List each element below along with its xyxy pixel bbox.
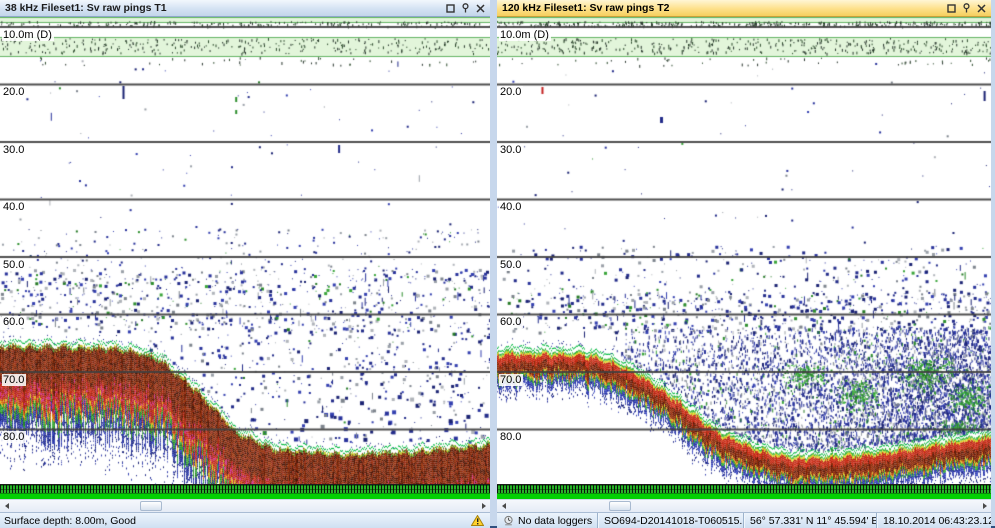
depth-label-10m: 10.0m (D) (2, 29, 54, 41)
depth-label-40m: 40.0 (2, 201, 26, 213)
window-buttons (444, 2, 487, 14)
maximize-icon[interactable] (444, 2, 457, 14)
scroll-right-arrow[interactable] (978, 500, 991, 512)
echogram-38khz[interactable]: 10.0m (D) 20.0 30.0 40.0 50.0 60.0 70.0 … (0, 17, 490, 484)
scroll-right-arrow[interactable] (477, 500, 490, 512)
echogram-window-38khz: 38 kHz Fileset1: Sv raw pings T1 10.0m (… (0, 0, 490, 528)
depth-label-10m: 10.0m (D) (499, 29, 551, 41)
pin-icon[interactable] (960, 2, 973, 14)
depth-label-80m: 80.0 (2, 431, 26, 443)
pin-icon[interactable] (459, 2, 472, 14)
bottom-line-tick-band (497, 484, 991, 493)
depth-label-20m: 20.0 (499, 86, 523, 98)
ping-timestamp: 18.10.2014 06:43:23.126 (876, 513, 991, 528)
window-divider (490, 0, 497, 528)
echogram-canvas-38khz[interactable] (0, 17, 490, 484)
window-title-120khz: 120 kHz Fileset1: Sv raw pings T2 (502, 2, 669, 14)
depth-label-40m: 40.0 (499, 201, 523, 213)
depth-label-30m: 30.0 (499, 144, 523, 156)
depth-label-50m: 50.0 (499, 259, 523, 271)
titlebar-38khz[interactable]: 38 kHz Fileset1: Sv raw pings T1 (0, 0, 490, 17)
depth-label-70m: 70.0 (2, 374, 26, 386)
depth-label-20m: 20.0 (2, 86, 26, 98)
bottom-line-tick-band (0, 484, 490, 493)
data-loggers-status: No data loggers (497, 513, 597, 528)
raw-file-name: SO694-D20141018-T060515.raw (597, 513, 743, 528)
depth-label-50m: 50.0 (2, 259, 26, 271)
surface-depth-status: Surface depth: 8.00m, Good (0, 515, 136, 527)
depth-label-70m: 70.0 (499, 374, 523, 386)
close-icon[interactable] (975, 2, 988, 14)
horizontal-scrollbar-38khz[interactable] (0, 499, 490, 512)
titlebar-120khz[interactable]: 120 kHz Fileset1: Sv raw pings T2 (497, 0, 991, 17)
scroll-thumb[interactable] (140, 501, 162, 511)
scroll-left-arrow[interactable] (0, 500, 13, 512)
echogram-120khz[interactable]: 10.0m (D) 20.0 30.0 40.0 50.0 60.0 70.0 … (497, 17, 991, 484)
statusbar-120khz: No data loggers SO694-D20141018-T060515.… (497, 512, 991, 528)
window-title-38khz: 38 kHz Fileset1: Sv raw pings T1 (5, 2, 167, 14)
warning-triangle-icon (471, 515, 484, 526)
maximize-icon[interactable] (945, 2, 958, 14)
statusbar-38khz: Surface depth: 8.00m, Good (0, 512, 490, 528)
data-loggers-icon (503, 515, 514, 526)
echosounder-app: 38 kHz Fileset1: Sv raw pings T1 10.0m (… (0, 0, 995, 528)
scroll-thumb[interactable] (609, 501, 631, 511)
depth-label-30m: 30.0 (2, 144, 26, 156)
echogram-canvas-120khz[interactable] (497, 17, 991, 484)
horizontal-scrollbar-120khz[interactable] (497, 499, 991, 512)
depth-label-80m: 80.0 (499, 431, 523, 443)
echogram-window-120khz: 120 kHz Fileset1: Sv raw pings T2 10.0m … (497, 0, 991, 528)
close-icon[interactable] (474, 2, 487, 14)
depth-label-60m: 60.0 (499, 316, 523, 328)
window-buttons (945, 2, 988, 14)
depth-label-60m: 60.0 (2, 316, 26, 328)
scroll-left-arrow[interactable] (497, 500, 510, 512)
gps-position: 56° 57.331' N 11° 45.594' E (743, 513, 876, 528)
